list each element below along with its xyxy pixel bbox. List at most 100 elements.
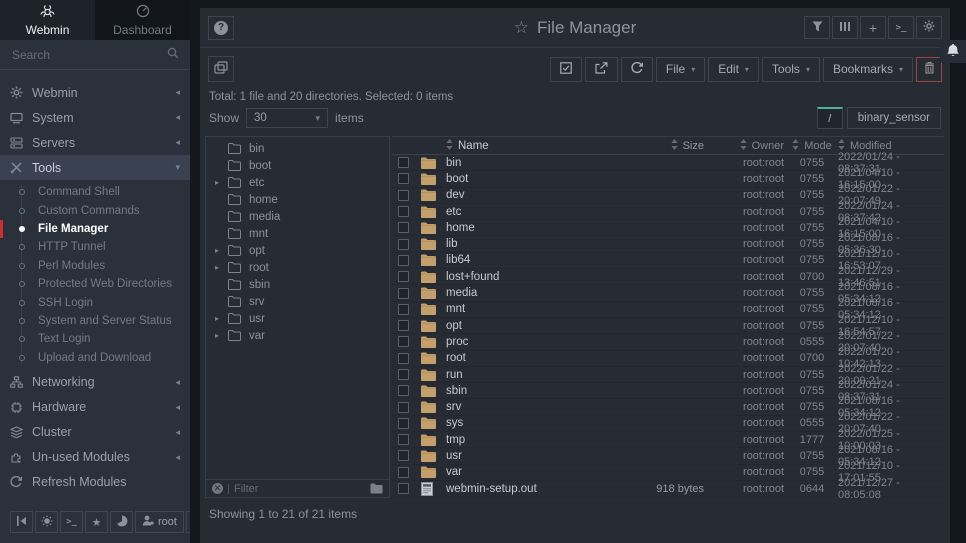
column-header-name[interactable]: Name	[446, 139, 633, 153]
sidebar-subitem-upload-and-download[interactable]: Upload and Download	[0, 349, 190, 367]
row-checkbox[interactable]	[398, 483, 409, 494]
row-checkbox[interactable]	[398, 222, 409, 233]
clear-filter-icon[interactable]: ✕	[212, 483, 223, 494]
file-name-link[interactable]: srv	[446, 401, 461, 413]
sidebar-item-networking[interactable]: Networking◂	[0, 370, 190, 395]
file-name-link[interactable]: sys	[446, 417, 463, 429]
row-checkbox[interactable]	[398, 467, 409, 478]
file-menu-button[interactable]: File ▾	[656, 57, 705, 82]
edit-menu-button[interactable]: Edit ▾	[708, 57, 759, 82]
clone-tab-button[interactable]	[208, 56, 234, 82]
root-path-button[interactable]: /	[817, 107, 843, 129]
caret-right-icon[interactable]: ▸	[215, 263, 228, 272]
sidebar-subitem-custom-commands[interactable]: Custom Commands	[0, 201, 190, 219]
row-checkbox[interactable]	[398, 402, 409, 413]
bookmarks-menu-button[interactable]: Bookmarks ▾	[823, 57, 913, 82]
tree-dir-var[interactable]: ▸var	[206, 327, 389, 344]
row-checkbox[interactable]	[398, 434, 409, 445]
tree-dir-root[interactable]: ▸root	[206, 259, 389, 276]
row-checkbox[interactable]	[398, 450, 409, 461]
row-checkbox[interactable]	[398, 418, 409, 429]
tree-dir-usr[interactable]: ▸usr	[206, 310, 389, 327]
terminal-button[interactable]: >_	[60, 511, 83, 533]
tree-dir-srv[interactable]: srv	[206, 293, 389, 310]
row-checkbox[interactable]	[398, 157, 409, 168]
favorites-button[interactable]: ★	[85, 511, 108, 533]
caret-right-icon[interactable]: ▸	[215, 246, 228, 255]
notifications-bell-button[interactable]	[940, 40, 966, 63]
file-name-link[interactable]: tmp	[446, 434, 465, 446]
file-name-link[interactable]: proc	[446, 336, 468, 348]
column-header-mode[interactable]: Mode	[788, 139, 836, 153]
filter-view-button[interactable]	[804, 16, 830, 39]
sidebar-item-cluster[interactable]: Cluster◂	[0, 420, 190, 445]
caret-right-icon[interactable]: ▸	[215, 178, 228, 187]
tree-dir-boot[interactable]: boot	[206, 157, 389, 174]
row-checkbox[interactable]	[398, 271, 409, 282]
trash-button[interactable]	[916, 57, 942, 82]
sidebar-subitem-protected-web-directories[interactable]: Protected Web Directories	[0, 275, 190, 293]
sidebar-subitem-command-shell[interactable]: Command Shell	[0, 183, 190, 201]
tree-dir-home[interactable]: home	[206, 191, 389, 208]
row-checkbox[interactable]	[398, 206, 409, 217]
file-name-link[interactable]: run	[446, 369, 463, 381]
row-checkbox[interactable]	[398, 385, 409, 396]
row-checkbox[interactable]	[398, 369, 409, 380]
column-header-size[interactable]: Size	[633, 139, 708, 153]
sidebar-item-tools[interactable]: Tools▾	[0, 155, 190, 180]
sidebar-subitem-file-manager[interactable]: File Manager	[0, 220, 190, 238]
tree-dir-etc[interactable]: ▸etc	[206, 174, 389, 191]
row-checkbox[interactable]	[398, 239, 409, 250]
paste-export-button[interactable]	[585, 57, 618, 82]
sidebar-subitem-text-login[interactable]: Text Login	[0, 330, 190, 348]
file-name-link[interactable]: bin	[446, 157, 461, 169]
new-tab-button[interactable]: +	[860, 16, 886, 39]
theme-toggle-button[interactable]	[35, 511, 58, 533]
sidebar-item-webmin[interactable]: Webmin◂	[0, 80, 190, 105]
sidebar-subitem-ssh-login[interactable]: SSH Login	[0, 293, 190, 311]
help-button[interactable]: ?	[208, 16, 234, 40]
caret-right-icon[interactable]: ▸	[215, 314, 228, 323]
sidebar-item-un-used-modules[interactable]: Un-used Modules◂	[0, 445, 190, 470]
tree-dir-mnt[interactable]: mnt	[206, 225, 389, 242]
settings-button[interactable]	[916, 16, 942, 39]
row-checkbox[interactable]	[398, 190, 409, 201]
current-user-button[interactable]: root	[135, 511, 184, 533]
caret-right-icon[interactable]: ▸	[215, 331, 228, 340]
tab-webmin[interactable]: Webmin	[0, 0, 95, 40]
file-name-link[interactable]: lost+found	[446, 271, 499, 283]
file-name-link[interactable]: root	[446, 352, 466, 364]
file-name-link[interactable]: etc	[446, 206, 461, 218]
row-checkbox[interactable]	[398, 255, 409, 266]
file-name-link[interactable]: var	[446, 466, 462, 478]
tree-dir-bin[interactable]: bin	[206, 140, 389, 157]
folder-jump-button[interactable]	[370, 483, 383, 494]
tree-dir-media[interactable]: media	[206, 208, 389, 225]
tree-dir-sbin[interactable]: sbin	[206, 276, 389, 293]
sidebar-subitem-system-and-server-status[interactable]: System and Server Status	[0, 312, 190, 330]
tab-dashboard[interactable]: Dashboard	[95, 0, 190, 40]
file-row-webmin-setup-out[interactable]: webmin-setup.out918 bytesroot:root064420…	[392, 481, 944, 497]
row-checkbox[interactable]	[398, 288, 409, 299]
file-name-link[interactable]: opt	[446, 320, 462, 332]
file-name-link[interactable]: boot	[446, 173, 468, 185]
file-name-link[interactable]: dev	[446, 189, 465, 201]
file-name-link[interactable]: sbin	[446, 385, 467, 397]
file-name-link[interactable]: media	[446, 287, 477, 299]
file-name-link[interactable]: usr	[446, 450, 462, 462]
refresh-button[interactable]	[621, 57, 653, 82]
path-segment[interactable]: binary_sensor	[847, 107, 941, 129]
language-theme-button[interactable]	[110, 511, 133, 533]
sidebar-item-refresh-modules[interactable]: Refresh Modules	[0, 470, 190, 495]
sidebar-item-system[interactable]: System◂	[0, 105, 190, 130]
file-name-link[interactable]: lib	[446, 238, 458, 250]
file-name-link[interactable]: home	[446, 222, 475, 234]
tools-menu-button[interactable]: Tools ▾	[762, 57, 820, 82]
row-checkbox[interactable]	[398, 353, 409, 364]
row-checkbox[interactable]	[398, 173, 409, 184]
favorite-star-icon[interactable]: ☆	[514, 18, 529, 38]
file-name-link[interactable]: lib64	[446, 254, 470, 266]
column-header-owner[interactable]: Owner	[708, 139, 788, 153]
row-checkbox[interactable]	[398, 320, 409, 331]
search-input[interactable]	[12, 48, 167, 62]
